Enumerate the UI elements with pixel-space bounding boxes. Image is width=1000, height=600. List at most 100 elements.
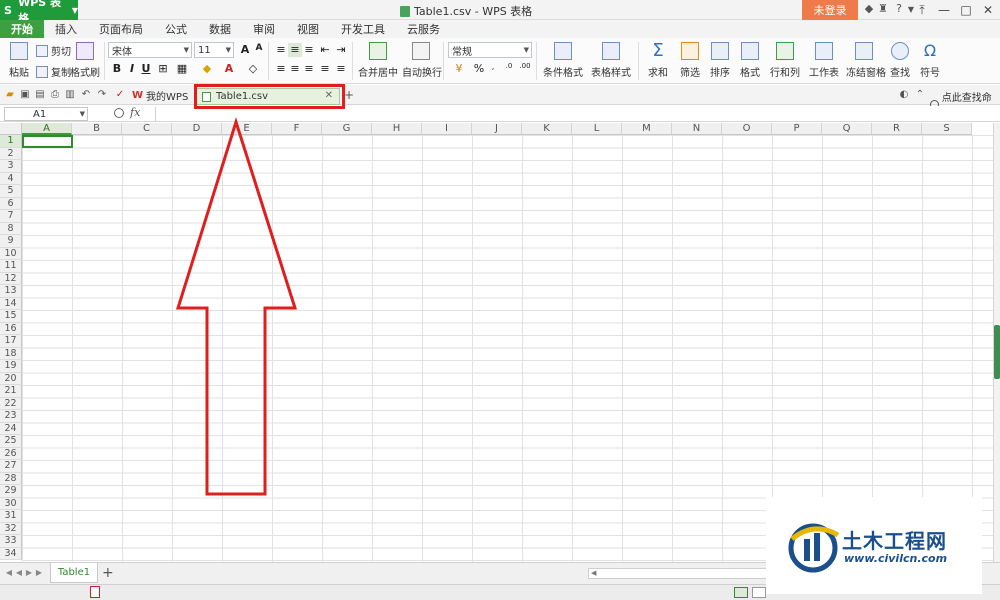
table-style-button[interactable]: 表格样式: [588, 42, 634, 79]
row-header-27[interactable]: 27: [0, 460, 22, 473]
app-menu-button[interactable]: S WPS 表格 ▼: [0, 0, 78, 25]
open-folder-icon[interactable]: ▰: [4, 89, 16, 101]
row-header-22[interactable]: 22: [0, 397, 22, 410]
tab-cloud-services[interactable]: 云服务: [396, 20, 451, 38]
justify-icon[interactable]: ≡: [318, 62, 332, 76]
horizontal-scrollbar[interactable]: ◀: [588, 568, 768, 579]
vertical-scrollbar-thumb[interactable]: [994, 325, 1000, 379]
align-top-icon[interactable]: ≡: [274, 43, 288, 57]
row-header-30[interactable]: 30: [0, 497, 22, 510]
row-header-15[interactable]: 15: [0, 310, 22, 323]
skin-icon[interactable]: ◆: [862, 2, 876, 15]
conditional-format-button[interactable]: 条件格式: [540, 42, 586, 79]
currency-icon[interactable]: ¥: [452, 62, 466, 76]
column-header-j[interactable]: J: [472, 123, 522, 135]
save-icon[interactable]: ▣: [19, 89, 31, 101]
column-header-m[interactable]: M: [622, 123, 672, 135]
row-header-11[interactable]: 11: [0, 260, 22, 273]
tab-data[interactable]: 数据: [198, 20, 242, 38]
doc-mode-icon[interactable]: ◐: [898, 89, 910, 101]
row-header-24[interactable]: 24: [0, 422, 22, 435]
row-header-21[interactable]: 21: [0, 385, 22, 398]
row-header-5[interactable]: 5: [0, 185, 22, 198]
font-name-select[interactable]: 宋体 ▼: [108, 42, 192, 58]
column-header-s[interactable]: S: [922, 123, 972, 135]
sort-button[interactable]: 排序: [706, 42, 734, 79]
insert-function-icon[interactable]: fx: [130, 106, 140, 119]
export-pdf-icon[interactable]: ▤: [34, 89, 46, 101]
indent-decrease-icon[interactable]: ⇤: [318, 43, 332, 57]
row-header-8[interactable]: 8: [0, 222, 22, 235]
format-button[interactable]: 格式: [736, 42, 764, 79]
row-header-4[interactable]: 4: [0, 172, 22, 185]
first-sheet-icon[interactable]: ◀: [4, 568, 14, 577]
column-header-i[interactable]: I: [422, 123, 472, 135]
row-header-34[interactable]: 34: [0, 547, 22, 560]
filter-button[interactable]: 筛选: [676, 42, 704, 79]
font-size-select[interactable]: 11 ▼: [194, 42, 234, 58]
column-header-h[interactable]: H: [372, 123, 422, 135]
tab-developer[interactable]: 开发工具: [330, 20, 396, 38]
number-format-select[interactable]: 常规 ▼: [448, 42, 532, 58]
row-header-7[interactable]: 7: [0, 210, 22, 223]
column-header-g[interactable]: G: [322, 123, 372, 135]
row-header-19[interactable]: 19: [0, 360, 22, 373]
thousands-separator-icon[interactable]: ,: [486, 62, 500, 76]
find-button[interactable]: 查找: [886, 42, 914, 79]
login-button[interactable]: 未登录: [802, 0, 858, 20]
restore-ribbon-button[interactable]: ⤒: [910, 0, 934, 20]
pin-icon[interactable]: ✓: [114, 89, 126, 101]
cell-border-icon[interactable]: ▦: [175, 62, 189, 76]
tab-insert[interactable]: 插入: [44, 20, 88, 38]
row-header-6[interactable]: 6: [0, 197, 22, 210]
row-header-14[interactable]: 14: [0, 297, 22, 310]
sheet-tab-table1[interactable]: Table1: [50, 563, 98, 583]
new-tab-icon[interactable]: +: [344, 88, 354, 102]
row-header-12[interactable]: 12: [0, 272, 22, 285]
column-header-f[interactable]: F: [272, 123, 322, 135]
redo-icon[interactable]: ↷: [96, 89, 108, 101]
tab-view[interactable]: 视图: [286, 20, 330, 38]
column-header-e[interactable]: E: [222, 123, 272, 135]
symbol-button[interactable]: Ω 符号: [916, 42, 944, 80]
fill-color-icon[interactable]: ◆: [200, 62, 214, 76]
increase-font-size-icon[interactable]: A: [238, 43, 252, 57]
paste-button[interactable]: 粘贴: [6, 42, 32, 79]
freeze-panes-button[interactable]: 冻结窗格: [846, 42, 886, 79]
sum-button[interactable]: Σ 求和: [644, 42, 672, 80]
row-header-1[interactable]: 1: [0, 135, 22, 148]
align-center-icon[interactable]: ≡: [288, 62, 302, 76]
scroll-left-icon[interactable]: ◀: [591, 569, 596, 577]
format-painter-button[interactable]: 格式刷: [70, 42, 100, 79]
page-layout-view-icon[interactable]: [752, 587, 766, 598]
maximize-button[interactable]: □: [954, 0, 978, 20]
bold-button[interactable]: B: [110, 62, 124, 76]
column-header-k[interactable]: K: [522, 123, 572, 135]
align-bottom-icon[interactable]: ≡: [302, 43, 316, 57]
prev-sheet-icon[interactable]: ◀: [14, 568, 24, 577]
row-header-10[interactable]: 10: [0, 247, 22, 260]
next-sheet-icon[interactable]: ▶: [24, 568, 34, 577]
active-cell-a1[interactable]: [22, 135, 73, 148]
underline-button[interactable]: U: [139, 62, 153, 76]
zoom-function-icon[interactable]: [114, 108, 124, 118]
row-col-button[interactable]: 行和列: [768, 42, 802, 79]
align-right-icon[interactable]: ≡: [302, 62, 316, 76]
italic-button[interactable]: I: [125, 62, 139, 76]
cut-button[interactable]: 剪切: [36, 43, 71, 58]
tab-formulas[interactable]: 公式: [154, 20, 198, 38]
distributed-align-icon[interactable]: ≡: [334, 62, 348, 76]
column-header-q[interactable]: Q: [822, 123, 872, 135]
column-header-n[interactable]: N: [672, 123, 722, 135]
row-header-18[interactable]: 18: [0, 347, 22, 360]
increase-decimal-icon[interactable]: .0: [502, 62, 516, 76]
row-header-9[interactable]: 9: [0, 235, 22, 248]
column-header-a[interactable]: A: [22, 123, 72, 135]
row-header-29[interactable]: 29: [0, 485, 22, 498]
row-header-28[interactable]: 28: [0, 472, 22, 485]
row-header-20[interactable]: 20: [0, 372, 22, 385]
row-header-26[interactable]: 26: [0, 447, 22, 460]
column-header-c[interactable]: C: [122, 123, 172, 135]
row-header-25[interactable]: 25: [0, 435, 22, 448]
print-icon[interactable]: ⎙: [49, 89, 61, 101]
